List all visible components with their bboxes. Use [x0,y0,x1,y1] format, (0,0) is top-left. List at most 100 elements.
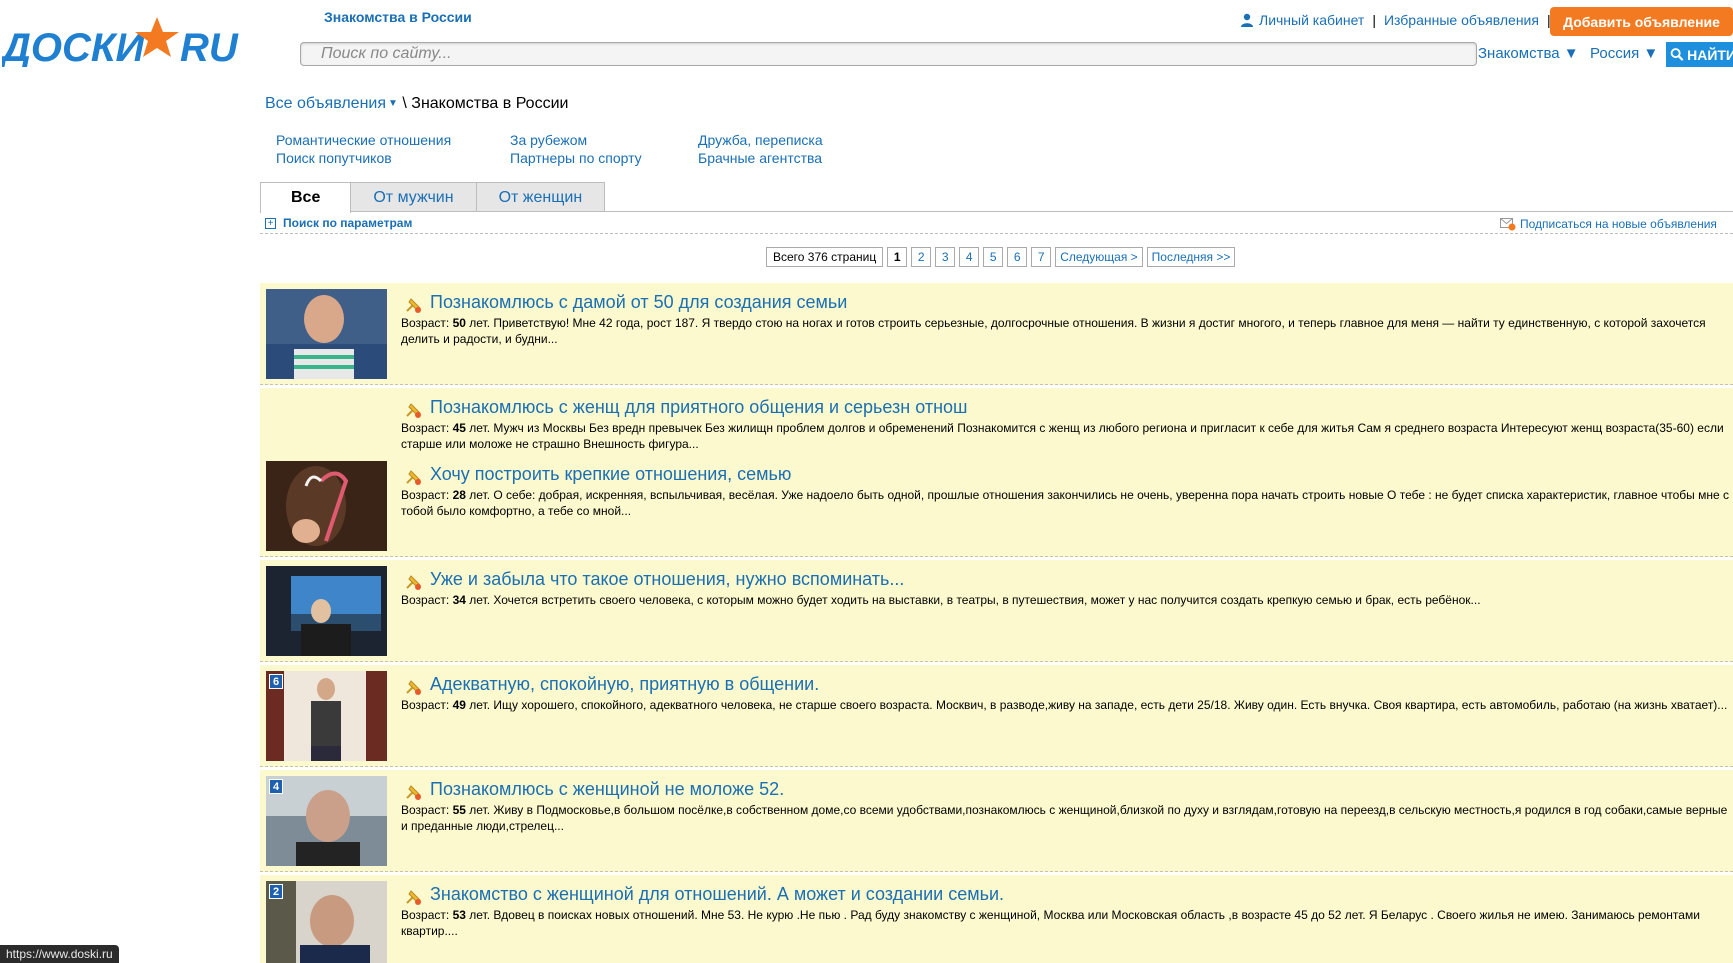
cabinet-link[interactable]: Личный кабинет [1259,12,1364,28]
listing-description: Возраст: 49 лет. Ищу хорошего, спокойног… [401,698,1731,714]
search-input[interactable] [300,42,1477,66]
pin-icon [404,295,424,315]
category-link[interactable]: Дружба, переписка [698,131,823,149]
category-column: За рубежом Партнеры по спорту [510,131,642,167]
pagination: Всего 376 страниц 1 2 3 4 5 6 7 Следующа… [766,247,1239,267]
listing-text: лет. Приветствую! Мне 42 года, рост 187.… [401,316,1706,346]
category-select[interactable]: Знакомства ▼ [1478,45,1579,62]
listing-description: Возраст: 55 лет. Живу в Подмосковье,в бо… [401,803,1731,834]
listing-title-link[interactable]: Познакомлюсь с женщиной не моложе 52. [430,779,784,800]
age-value: 28 [452,488,466,502]
listing-description: Возраст: 53 лет. Вдовец в поисках новых … [401,908,1731,939]
status-bar-url: https://www.doski.ru [0,945,119,963]
pin-icon [404,677,424,697]
pin-icon [404,782,424,802]
listing-photo[interactable]: 2 [266,881,387,963]
logo-text-right: RU [180,26,239,67]
page-link-current: 1 [887,247,908,267]
pin-icon [404,887,424,907]
page-link[interactable]: 3 [935,247,956,267]
age-label: Возраст: [401,316,450,330]
subscribe-link[interactable]: Подписаться на новые объявления [1500,217,1717,231]
age-value: 45 [452,421,466,435]
age-value: 49 [452,698,466,712]
listing-text: лет. Живу в Подмосковье,в большом посёлк… [401,803,1728,833]
breadcrumb-current: Знакомства в России [411,95,569,112]
category-column: Романтические отношения Поиск попутчиков [276,131,451,167]
category-column: Дружба, переписка Брачные агентства [698,131,823,167]
top-links: Личный кабинет | Избранные объявления | [1240,12,1559,28]
listing-text: лет. Мужч из Москвы Без вредн превычек Б… [401,421,1724,451]
breadcrumb-all-listings[interactable]: Все объявления [265,95,386,112]
listing-photo[interactable]: 6 [266,671,387,761]
category-link[interactable]: Поиск попутчиков [276,149,451,167]
photo-count-badge: 4 [269,779,283,794]
tabs-divider [260,211,1733,212]
age-label: Возраст: [401,593,450,607]
listing-photo[interactable] [266,289,387,379]
filter-row: + Поиск по параметрам Подписаться на нов… [260,213,1733,234]
listing-row: 2 Знакомство с женщиной для отношений. А … [260,875,1733,963]
category-link[interactable]: Романтические отношения [276,131,451,149]
last-page-link[interactable]: Последняя >> [1146,247,1236,267]
breadcrumb: Все объявления ▼ \ Знакомства в России [265,95,568,113]
listing-photo[interactable]: 4 [266,776,387,866]
tab-all[interactable]: Все [260,182,352,213]
listing-text: лет. Хочется встретить своего человека, … [465,593,1481,607]
chevron-down-icon[interactable]: ▼ [388,98,398,109]
listing-text: лет. О себе: добрая, искренняя, вспыльчи… [401,488,1729,518]
listing-text: лет. Ищу хорошего, спокойного, адекватно… [465,698,1728,712]
listing-title-link[interactable]: Познакомлюсь с женщ для приятного общени… [430,397,968,418]
listing-photo[interactable] [266,566,387,656]
find-button[interactable]: НАЙТИ [1666,42,1733,67]
site-logo[interactable]: ДОСКИ RU [2,13,250,67]
next-page-link[interactable]: Следующая > [1055,247,1143,267]
pin-icon [404,572,424,592]
find-button-label: НАЙТИ [1687,46,1733,63]
param-search-label: Поиск по параметрам [283,216,413,230]
listing-text: лет. Вдовец в поисках новых отношений. М… [401,908,1700,938]
favorites-link[interactable]: Избранные объявления [1384,12,1539,28]
search-icon [1670,48,1684,61]
pin-icon [404,400,424,420]
page-link[interactable]: 2 [911,247,932,267]
page-link[interactable]: 5 [983,247,1004,267]
listing-title-link[interactable]: Адекватную, спокойную, приятную в общени… [430,674,819,695]
tab-from-women[interactable]: От женщин [475,182,606,212]
add-listing-button[interactable]: Добавить объявление [1550,7,1733,36]
age-label: Возраст: [401,803,450,817]
category-link[interactable]: Партнеры по спорту [510,149,642,167]
category-link[interactable]: Брачные агентства [698,149,823,167]
tab-from-men[interactable]: От мужчин [350,182,477,212]
listing-photo[interactable] [266,461,387,551]
category-link[interactable]: За рубежом [510,131,642,149]
age-value: 34 [452,593,466,607]
region-title[interactable]: Знакомства в России [324,9,472,25]
param-search-toggle[interactable]: + Поиск по параметрам [265,216,412,230]
pin-icon [404,467,424,487]
listing-title-link[interactable]: Уже и забыла что такое отношения, нужно … [430,569,904,590]
age-value: 55 [452,803,466,817]
link-separator: | [1372,12,1376,28]
photo-count-badge: 2 [269,884,283,899]
age-value: 53 [452,908,466,922]
mail-subscribe-icon [1500,218,1516,231]
page-link[interactable]: 6 [1007,247,1028,267]
age-label: Возраст: [401,421,450,435]
listing-title-link[interactable]: Знакомство с женщиной для отношений. А м… [430,884,1004,905]
age-label: Возраст: [401,488,450,502]
logo-text-left: ДОСКИ [2,26,145,67]
listing-row: 4 Познакомлюсь с женщиной не моложе 52. Во… [260,770,1733,872]
listing-title-link[interactable]: Хочу построить крепкие отношения, семью [430,464,791,485]
page-link[interactable]: 7 [1031,247,1052,267]
age-label: Возраст: [401,698,450,712]
pagination-total: Всего 376 страниц [766,247,884,267]
subscribe-label: Подписаться на новые объявления [1520,217,1717,231]
region-select[interactable]: Россия ▼ [1590,45,1658,62]
page-link[interactable]: 4 [959,247,980,267]
breadcrumb-separator: \ [402,95,407,112]
listing-title-link[interactable]: Познакомлюсь с дамой от 50 для создания … [430,292,847,313]
listing-description: Возраст: 45 лет. Мужч из Москвы Без вред… [401,421,1731,452]
photo-count-badge: 6 [269,674,283,689]
expand-icon: + [265,217,276,229]
